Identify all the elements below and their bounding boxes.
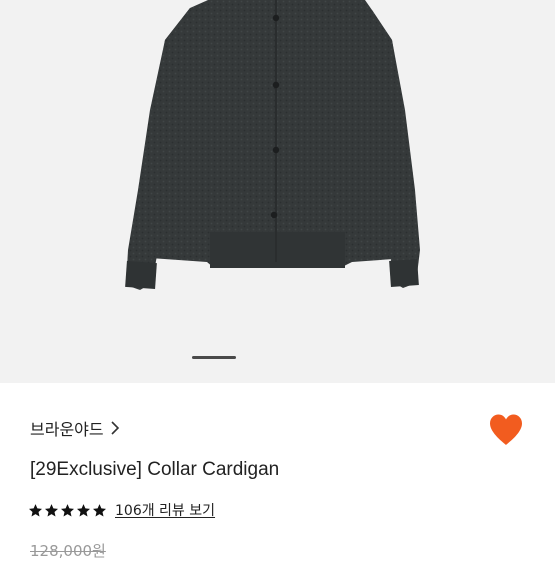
star-icon: [93, 503, 106, 516]
brand-name: 브라운야드: [30, 420, 104, 439]
star-icon: [45, 503, 58, 516]
rating-stars: [28, 503, 107, 518]
chevron-right-icon: [111, 421, 119, 435]
rating-row: 106개 리뷰 보기: [28, 500, 215, 520]
gallery-indicator: [0, 356, 555, 360]
reviews-link[interactable]: 106개 리뷰 보기: [115, 500, 215, 520]
star-icon: [61, 503, 74, 516]
gallery-indicator-thumb: [192, 356, 236, 359]
original-price: 128,000원: [30, 542, 106, 560]
product-image-gallery[interactable]: [0, 0, 555, 383]
product-title: [29Exclusive] Collar Cardigan: [30, 459, 280, 480]
star-icon: [77, 503, 90, 516]
heart-icon[interactable]: [488, 413, 524, 447]
star-icon: [29, 503, 42, 516]
product-image: [125, 0, 420, 290]
brand-link[interactable]: 브라운야드: [30, 415, 120, 441]
